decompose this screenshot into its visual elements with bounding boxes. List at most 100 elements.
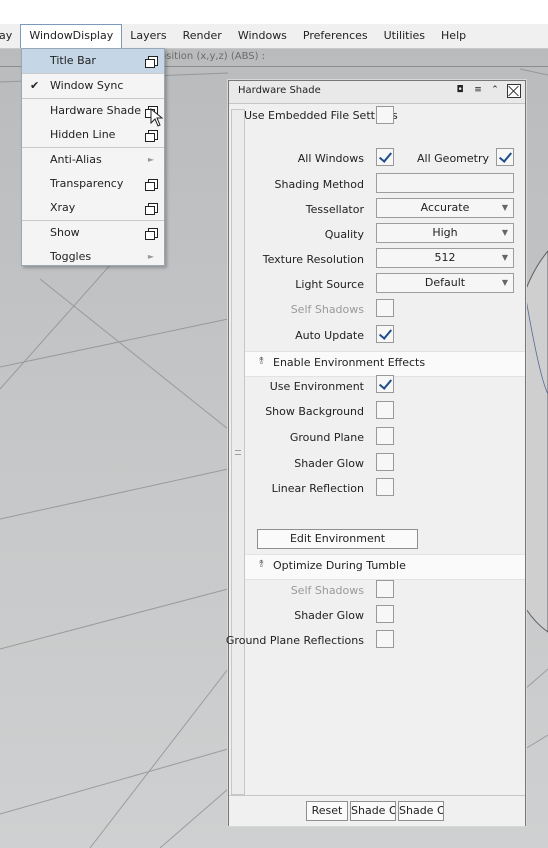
texture-resolution-label: Texture Resolution	[262, 253, 364, 266]
menu-item-anti-alias[interactable]: Anti-Alias ►	[22, 147, 164, 172]
window-display-dropdown: Title Bar ✔ Window Sync Hardware Shade H…	[21, 48, 165, 266]
collapse-arrow-icon: ⥉	[259, 356, 264, 367]
environment-section-label: Enable Environment Effects	[273, 356, 426, 369]
tessellator-dropdown[interactable]: Accurate ▼	[376, 198, 514, 218]
tessellator-label: Tessellator	[305, 203, 364, 216]
tumble-shader-glow-label: Shader Glow	[294, 609, 364, 622]
menu-item-label: Toggles	[50, 250, 92, 263]
ground-plane-label: Ground Plane	[289, 431, 364, 444]
texture-resolution-value: 512	[434, 251, 456, 264]
tumble-shader-glow-checkbox[interactable]	[376, 605, 394, 623]
menu-item-label: Hidden Line	[50, 128, 116, 141]
collapse-icon[interactable]: ⌃	[490, 85, 500, 95]
option-box-icon[interactable]	[145, 130, 158, 142]
panel-menu-icon[interactable]: ≡	[473, 85, 483, 95]
menu-item-xray[interactable]: Xray	[22, 196, 164, 220]
show-background-label: Show Background	[265, 405, 364, 418]
chevron-down-icon: ▼	[501, 203, 508, 212]
quality-value: High	[432, 226, 458, 239]
dock-icon[interactable]: ◘	[455, 85, 465, 95]
light-source-value: Default	[424, 276, 466, 289]
quality-dropdown[interactable]: High ▼	[376, 223, 514, 243]
option-box-icon[interactable]	[145, 179, 158, 191]
menu-layers[interactable]: Layers	[122, 24, 174, 48]
close-icon[interactable]	[507, 84, 521, 98]
ground-plane-reflections-label: Ground Plane Reflections	[225, 634, 364, 647]
option-box-icon[interactable]	[145, 56, 158, 68]
self-shadows-checkbox[interactable]	[376, 299, 394, 317]
tessellator-value: Accurate	[420, 201, 470, 214]
shade-off-button[interactable]: Shade Off	[350, 801, 396, 821]
light-source-dropdown[interactable]: Default ▼	[376, 273, 514, 293]
light-source-label: Light Source	[295, 278, 364, 291]
mouse-pointer-icon	[150, 108, 164, 127]
menu-window-display[interactable]: WindowDisplay	[20, 24, 123, 48]
shading-method-field[interactable]	[376, 173, 514, 193]
show-background-checkbox[interactable]	[376, 401, 394, 419]
environment-section-header[interactable]: ⥉ Enable Environment Effects	[245, 351, 525, 377]
collapse-arrow-icon: ⥉	[259, 559, 264, 570]
checkmark-icon: ✔	[30, 79, 40, 92]
all-windows-checkbox[interactable]	[376, 148, 394, 166]
menu-item-label: Hardware Shade	[50, 104, 142, 117]
menu-bar: lay WindowDisplay Layers Render Windows …	[0, 24, 548, 49]
menu-utilities[interactable]: Utilities	[376, 24, 433, 48]
option-box-icon[interactable]	[145, 228, 158, 240]
tumble-section-header[interactable]: ⥉ Optimize During Tumble	[245, 554, 525, 580]
menu-item-label: Anti-Alias	[50, 153, 102, 166]
menu-item-toggles[interactable]: Toggles ►	[22, 245, 164, 269]
shader-glow-checkbox[interactable]	[376, 453, 394, 471]
linear-reflection-label: Linear Reflection	[271, 482, 364, 495]
menu-item-label: Show	[50, 226, 80, 239]
menu-item-title-bar[interactable]: Title Bar	[22, 49, 164, 73]
tumble-section-label: Optimize During Tumble	[273, 559, 406, 572]
menu-item-hidden-line[interactable]: Hidden Line	[22, 123, 164, 147]
shading-method-label: Shading Method	[274, 178, 364, 191]
shade-on-button[interactable]: Shade On	[398, 801, 444, 821]
auto-update-label: Auto Update	[295, 329, 364, 342]
panel-button-bar: Reset Shade Off Shade On	[229, 795, 525, 826]
menu-item-transparency[interactable]: Transparency	[22, 172, 164, 196]
tumble-self-shadows-checkbox[interactable]	[376, 580, 394, 598]
auto-update-checkbox[interactable]	[376, 325, 394, 343]
sphere-object[interactable]	[525, 250, 548, 633]
menu-display[interactable]: lay	[0, 24, 20, 48]
grip-icon	[235, 450, 241, 455]
panel-titlebar[interactable]: Hardware Shade ◘ ≡ ⌃	[229, 81, 525, 104]
menu-item-label: Title Bar	[50, 54, 96, 67]
embedded-settings-checkbox[interactable]	[376, 106, 394, 124]
menu-item-window-sync[interactable]: ✔ Window Sync	[22, 73, 164, 98]
tumble-self-shadows-label: Self Shadows	[290, 584, 364, 597]
menu-windows[interactable]: Windows	[230, 24, 295, 48]
panel-side-handle[interactable]	[231, 109, 245, 795]
all-geometry-label: All Geometry	[417, 152, 489, 165]
menu-item-label: Window Sync	[50, 79, 124, 92]
edit-environment-button[interactable]: Edit Environment	[257, 529, 418, 549]
texture-resolution-dropdown[interactable]: 512 ▼	[376, 248, 514, 268]
use-environment-label: Use Environment	[269, 380, 364, 393]
submenu-arrow-icon: ►	[147, 252, 154, 261]
ground-plane-reflections-checkbox[interactable]	[376, 630, 394, 648]
chevron-down-icon: ▼	[501, 278, 508, 287]
reset-button[interactable]: Reset	[306, 801, 348, 821]
all-windows-label: All Windows	[297, 152, 364, 165]
option-box-icon[interactable]	[145, 203, 158, 215]
menu-item-show[interactable]: Show	[22, 220, 164, 245]
chevron-down-icon: ▼	[501, 228, 508, 237]
use-environment-checkbox[interactable]	[376, 375, 394, 393]
position-status-text: osition (x,y,z) (ABS) :	[160, 51, 266, 62]
menu-item-label: Transparency	[50, 177, 124, 190]
quality-label: Quality	[324, 228, 364, 241]
menu-help[interactable]: Help	[433, 24, 474, 48]
chevron-down-icon: ▼	[501, 253, 508, 262]
self-shadows-label: Self Shadows	[290, 303, 364, 316]
menu-preferences[interactable]: Preferences	[295, 24, 376, 48]
menu-render[interactable]: Render	[175, 24, 230, 48]
shader-glow-label: Shader Glow	[294, 457, 364, 470]
menu-item-hardware-shade[interactable]: Hardware Shade	[22, 98, 164, 123]
linear-reflection-checkbox[interactable]	[376, 478, 394, 496]
ground-plane-checkbox[interactable]	[376, 427, 394, 445]
all-geometry-checkbox[interactable]	[496, 148, 514, 166]
menu-item-label: Xray	[50, 201, 76, 214]
hardware-shade-panel: Hardware Shade ◘ ≡ ⌃ Use Embedded File S…	[225, 80, 526, 826]
